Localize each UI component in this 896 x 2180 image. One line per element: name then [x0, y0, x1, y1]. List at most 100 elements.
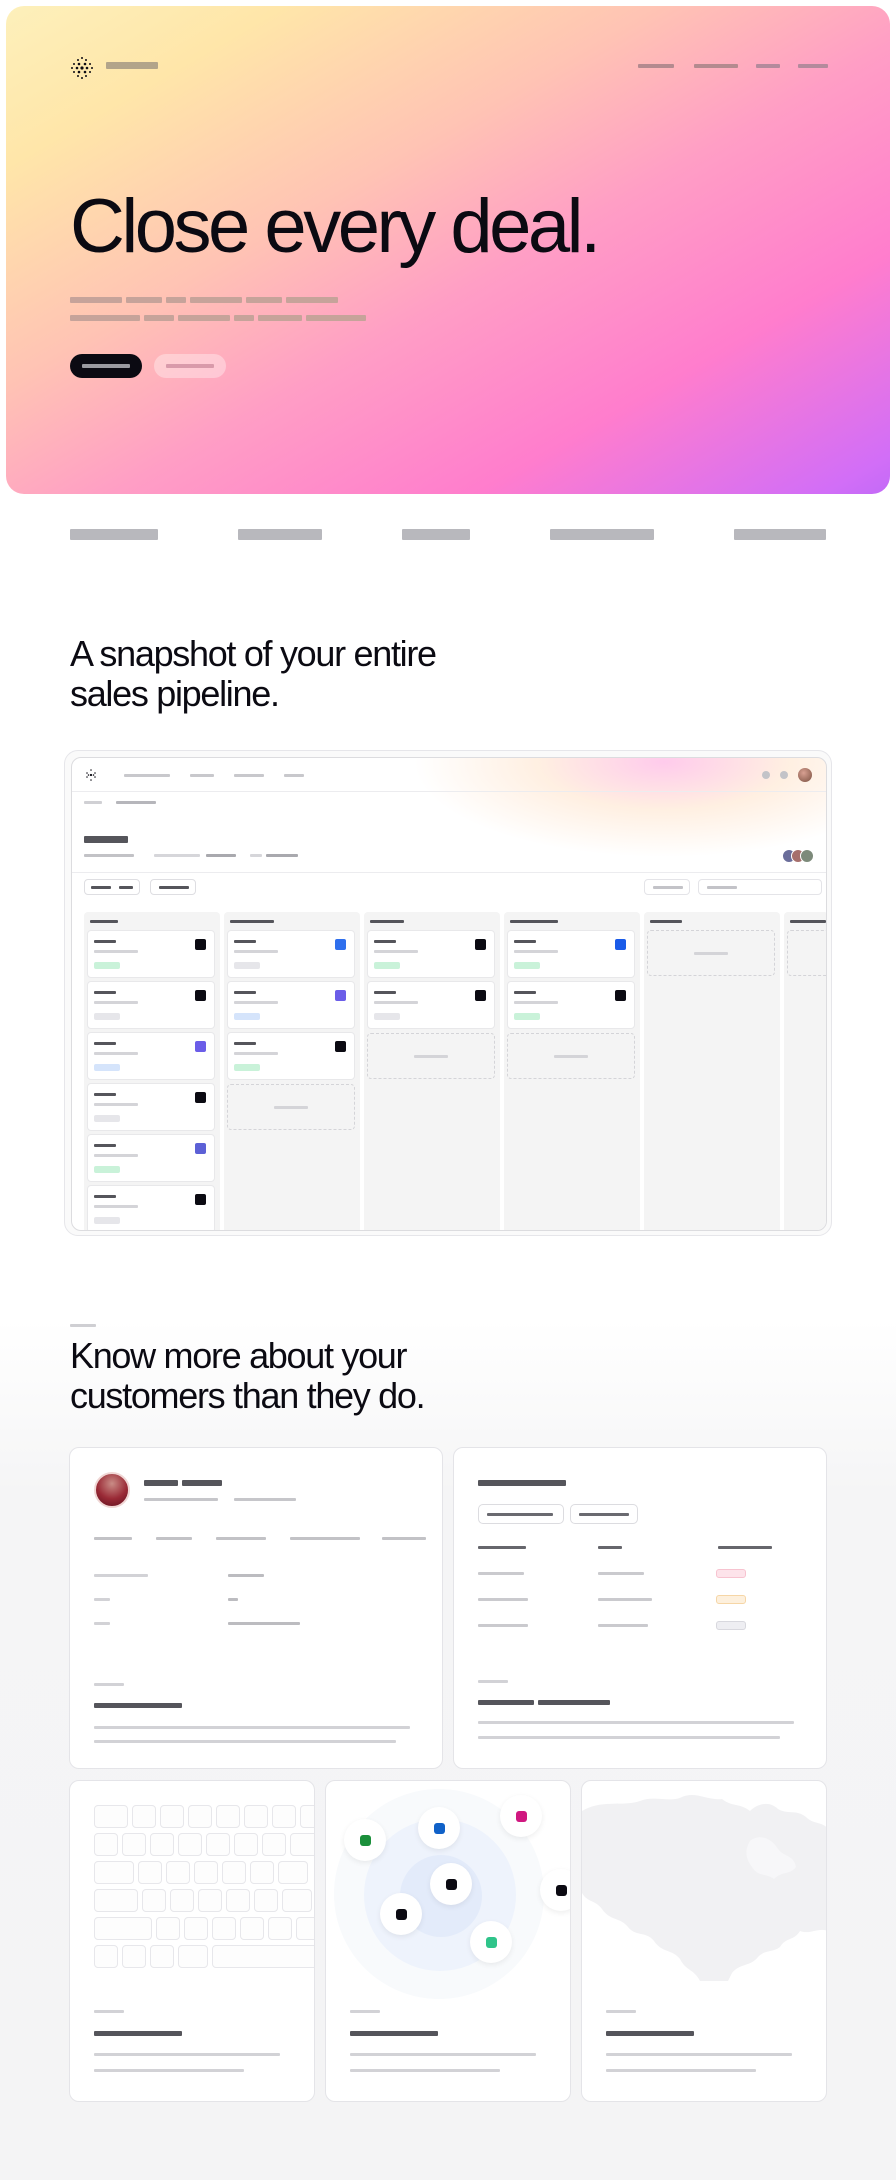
- deal-card[interactable]: [87, 1185, 215, 1230]
- deal-card[interactable]: [87, 1032, 215, 1080]
- nav-link-3[interactable]: [756, 64, 780, 68]
- tab[interactable]: [156, 1537, 192, 1540]
- pipeline-column: [784, 912, 826, 1230]
- contact-node[interactable]: [380, 1893, 422, 1935]
- customer-logo: [550, 529, 654, 540]
- breadcrumb[interactable]: [84, 801, 102, 804]
- filter-pill[interactable]: [478, 1504, 564, 1524]
- tab[interactable]: [382, 1537, 426, 1540]
- column-header: [718, 1546, 772, 1549]
- empty-drop-zone[interactable]: [647, 930, 775, 976]
- deal-card[interactable]: [367, 981, 495, 1029]
- deal-card[interactable]: [87, 1134, 215, 1182]
- column-title: [370, 920, 404, 923]
- pipeline-column: [644, 912, 780, 1230]
- column-title: [230, 920, 274, 923]
- search-input[interactable]: [698, 879, 822, 895]
- relationships-card: [325, 1780, 571, 2102]
- deal-card[interactable]: [367, 930, 495, 978]
- nav-link-1[interactable]: [638, 64, 674, 68]
- tab[interactable]: [216, 1537, 266, 1540]
- logo[interactable]: [68, 54, 98, 84]
- app-nav-item[interactable]: [190, 774, 214, 777]
- column-title: [650, 920, 682, 923]
- node-marker: [446, 1879, 457, 1890]
- page-title: [84, 836, 128, 843]
- feature-description: [350, 2053, 536, 2056]
- contact-node[interactable]: [540, 1869, 570, 1911]
- app-topbar: [72, 758, 826, 792]
- deal-card[interactable]: [227, 1032, 355, 1080]
- feature-description: [94, 2053, 280, 2056]
- hero-banner: Close every deal.: [6, 6, 890, 494]
- team-avatars[interactable]: [782, 849, 818, 863]
- avatar[interactable]: [798, 768, 812, 782]
- notification-icon[interactable]: [762, 771, 770, 779]
- feature-title: [94, 2031, 182, 2036]
- column-header: [598, 1546, 622, 1549]
- deal-card[interactable]: [87, 1083, 215, 1131]
- column-title: [790, 920, 826, 923]
- app-window: [71, 757, 827, 1231]
- empty-drop-zone[interactable]: [367, 1033, 495, 1079]
- keyboard-icon: [70, 1781, 314, 1981]
- record-attributes-card: [453, 1447, 827, 1769]
- contact-profile-card: [69, 1447, 443, 1769]
- tab[interactable]: [290, 1537, 360, 1540]
- app-nav-item[interactable]: [284, 774, 304, 777]
- customer-logo: [70, 529, 158, 540]
- feature-title: [94, 1703, 182, 1708]
- feature-title: [606, 2031, 694, 2036]
- app-logo-icon: [86, 769, 96, 781]
- section-eyebrow: [70, 1324, 96, 1327]
- customers-heading: Know more about your customers than they…: [70, 1335, 426, 1416]
- node-marker: [434, 1823, 445, 1834]
- feature-description: [606, 2053, 792, 2056]
- node-marker: [486, 1937, 497, 1948]
- deal-card[interactable]: [227, 930, 355, 978]
- app-nav-item[interactable]: [124, 774, 170, 777]
- node-marker: [516, 1811, 527, 1822]
- contact-node[interactable]: [418, 1807, 460, 1849]
- feature-description: [478, 1721, 794, 1724]
- deal-card[interactable]: [507, 930, 635, 978]
- filter-pill[interactable]: [570, 1504, 638, 1524]
- contact-node[interactable]: [500, 1795, 542, 1837]
- sort-button[interactable]: [644, 879, 690, 895]
- column-title: [90, 920, 118, 923]
- app-nav-item[interactable]: [234, 774, 264, 777]
- deal-card[interactable]: [87, 981, 215, 1029]
- breadcrumb[interactable]: [116, 801, 156, 804]
- feature-title: [350, 2031, 438, 2036]
- node-marker: [556, 1885, 567, 1896]
- empty-drop-zone[interactable]: [227, 1084, 355, 1130]
- keyboard-shortcuts-card: [69, 1780, 315, 2102]
- pipeline-column: [84, 912, 220, 1230]
- secondary-cta-button[interactable]: [154, 354, 226, 378]
- contact-node[interactable]: [344, 1819, 386, 1861]
- pipeline-column: [224, 912, 360, 1230]
- view-toggle[interactable]: [84, 879, 140, 895]
- status-badge: [716, 1621, 746, 1630]
- contact-node[interactable]: [470, 1921, 512, 1963]
- nav-link-4[interactable]: [798, 64, 828, 68]
- contact-name: [144, 1480, 178, 1486]
- column-title: [510, 920, 558, 923]
- empty-drop-zone[interactable]: [787, 930, 826, 976]
- contact-node[interactable]: [430, 1863, 472, 1905]
- hero-title: Close every deal.: [70, 184, 601, 269]
- pipeline-column: [504, 912, 640, 1230]
- enrichment-map-card: [581, 1780, 827, 2102]
- customer-logo: [238, 529, 322, 540]
- nav-link-2[interactable]: [694, 64, 738, 68]
- primary-cta-button[interactable]: [70, 354, 142, 378]
- card-title: [478, 1480, 566, 1486]
- settings-icon[interactable]: [780, 771, 788, 779]
- deal-card[interactable]: [227, 981, 355, 1029]
- tab[interactable]: [94, 1537, 132, 1540]
- empty-drop-zone[interactable]: [507, 1033, 635, 1079]
- deal-card[interactable]: [87, 930, 215, 978]
- filter-button[interactable]: [150, 879, 196, 895]
- deal-card[interactable]: [507, 981, 635, 1029]
- node-marker: [360, 1835, 371, 1846]
